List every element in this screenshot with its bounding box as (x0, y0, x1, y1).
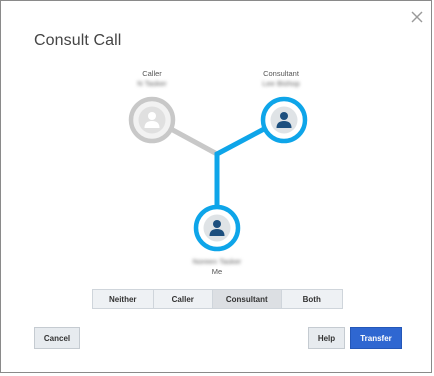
listen-option-consultant[interactable]: Consultant (213, 290, 282, 308)
me-node[interactable] (192, 203, 242, 253)
consultant-node[interactable] (259, 95, 309, 145)
consultant-connection-line (214, 126, 266, 207)
help-button[interactable]: Help (308, 327, 345, 349)
me-role-label: Me (211, 267, 223, 276)
caller-connection-line (169, 126, 219, 157)
listen-option-neither[interactable]: Neither (93, 290, 154, 308)
transfer-button[interactable]: Transfer (350, 327, 402, 349)
cancel-button[interactable]: Cancel (34, 327, 80, 349)
listen-option-caller[interactable]: Caller (153, 290, 214, 308)
me-name: Noreen Tasker (192, 257, 242, 266)
listen-mode-selector: Neither Caller Consultant Both (92, 289, 343, 309)
caller-node[interactable] (127, 95, 177, 145)
listen-option-both[interactable]: Both (281, 290, 343, 308)
consult-call-dialog: Consult Call Caller N Tasker Consultant … (0, 0, 432, 373)
call-connection-graph (169, 126, 266, 207)
